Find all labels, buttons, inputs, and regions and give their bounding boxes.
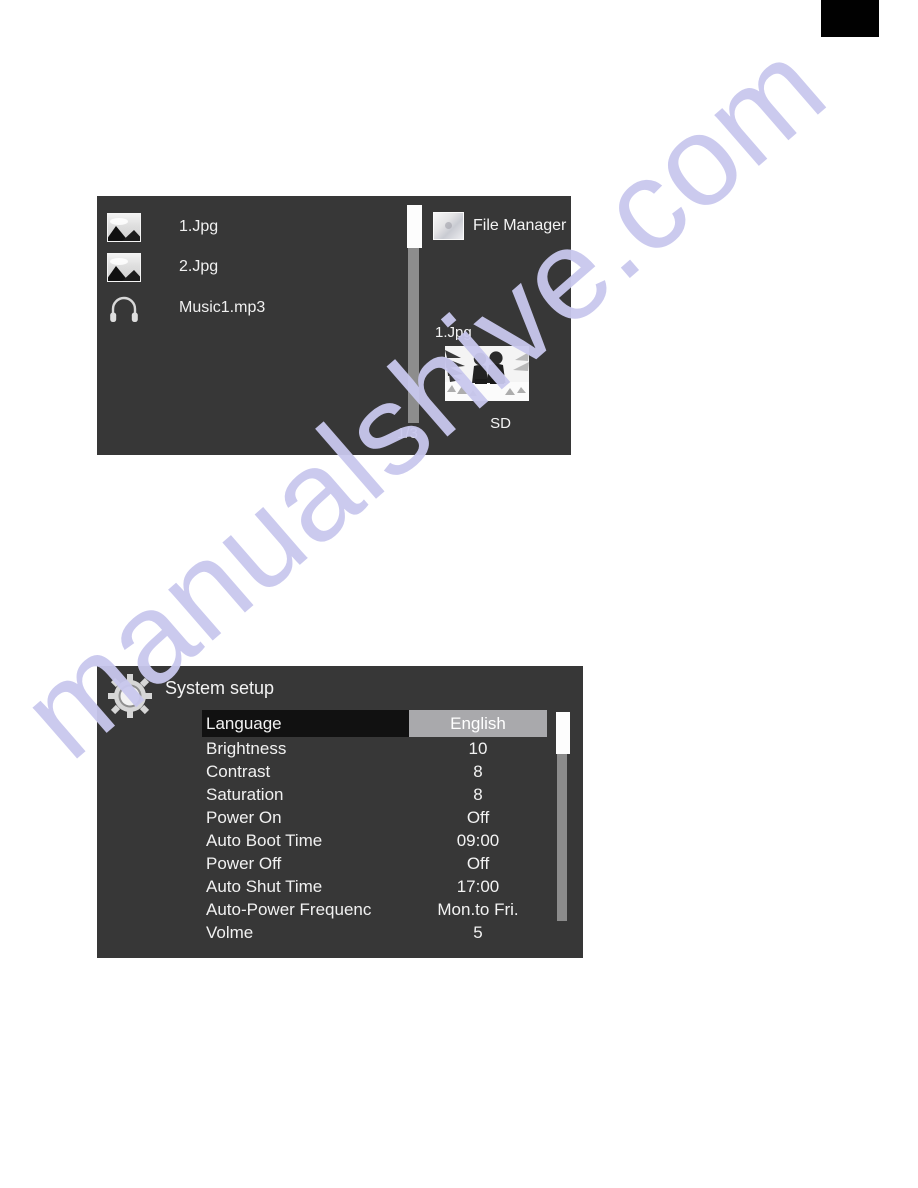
settings-row-value[interactable]: Mon.to Fri.: [409, 900, 547, 920]
settings-row-volume[interactable]: Volme 5: [202, 921, 547, 944]
settings-row-label: Power On: [206, 807, 282, 827]
settings-row-power-on[interactable]: Power On Off: [202, 806, 547, 829]
settings-row-label: Auto Shut Time: [206, 876, 323, 896]
settings-row-value[interactable]: 8: [409, 785, 547, 805]
settings-row-label: Volme: [206, 922, 254, 942]
file-browser-panel: 1.Jpg 2.Jpg Music1.mp3 1/3 File Manager …: [97, 196, 571, 455]
preview-file-name: 1.Jpg: [435, 324, 472, 341]
settings-list: Language English Brightness 10 Contrast …: [202, 710, 547, 944]
settings-row-label: Auto-Power Frequenc: [206, 899, 372, 919]
file-manager-label: File Manager: [473, 217, 567, 234]
settings-row-value[interactable]: 09:00: [409, 831, 547, 851]
settings-row-label: Auto Boot Time: [206, 830, 323, 850]
page-indicator: 1/3: [397, 425, 418, 442]
settings-row-label: Saturation: [206, 784, 284, 804]
settings-row-auto-power-frequency[interactable]: Auto-Power Frequenc Mon.to Fri.: [202, 898, 547, 921]
list-item[interactable]: 2.Jpg: [107, 250, 218, 284]
settings-row-value[interactable]: 17:00: [409, 877, 547, 897]
settings-row-value[interactable]: English: [409, 710, 547, 737]
gear-icon: [106, 672, 154, 720]
settings-scrollbar-thumb[interactable]: [556, 712, 570, 754]
settings-row-label: Contrast: [206, 761, 271, 781]
file-name-label: Music1.mp3: [179, 299, 266, 316]
settings-row-auto-shut-time[interactable]: Auto Shut Time 17:00: [202, 875, 547, 898]
settings-row-label: Brightness: [206, 738, 287, 758]
settings-row-label: Power Off: [206, 853, 282, 873]
page-title: System setup: [165, 678, 275, 698]
settings-row-label: Language: [206, 713, 282, 733]
settings-row-language[interactable]: Language English: [202, 710, 547, 737]
settings-row-value[interactable]: 8: [409, 762, 547, 782]
system-setup-panel: System setup Language English Brightness…: [97, 666, 583, 958]
settings-row-power-off[interactable]: Power Off Off: [202, 852, 547, 875]
list-item[interactable]: Music1.mp3: [107, 291, 265, 325]
settings-row-value[interactable]: 10: [409, 739, 547, 759]
settings-row-value[interactable]: 5: [409, 923, 547, 943]
file-name-label: 2.Jpg: [179, 258, 219, 275]
list-item[interactable]: 1.Jpg: [107, 210, 218, 244]
preview-thumbnail: [445, 346, 529, 401]
headphone-icon: [107, 294, 141, 323]
settings-row-saturation[interactable]: Saturation 8: [202, 783, 547, 806]
file-name-label: 1.Jpg: [179, 218, 219, 235]
page-number-block: [821, 0, 879, 37]
settings-row-auto-boot-time[interactable]: Auto Boot Time 09:00: [202, 829, 547, 852]
file-browser-sidebar: File Manager 1.Jpg SD: [430, 196, 571, 455]
file-manager-thumb-icon: [433, 212, 464, 240]
file-list-scrollbar-thumb[interactable]: [407, 205, 422, 248]
settings-row-brightness[interactable]: Brightness 10: [202, 737, 547, 760]
watermark: manualshive.com: [0, 0, 918, 1188]
picture-icon: [107, 212, 141, 242]
file-manager-header[interactable]: File Manager: [433, 212, 566, 240]
settings-row-value[interactable]: Off: [409, 854, 547, 874]
picture-icon: [107, 252, 141, 282]
preview-source-label: SD: [490, 415, 511, 432]
file-list: 1.Jpg 2.Jpg Music1.mp3: [97, 196, 487, 455]
settings-row-contrast[interactable]: Contrast 8: [202, 760, 547, 783]
settings-row-value[interactable]: Off: [409, 808, 547, 828]
